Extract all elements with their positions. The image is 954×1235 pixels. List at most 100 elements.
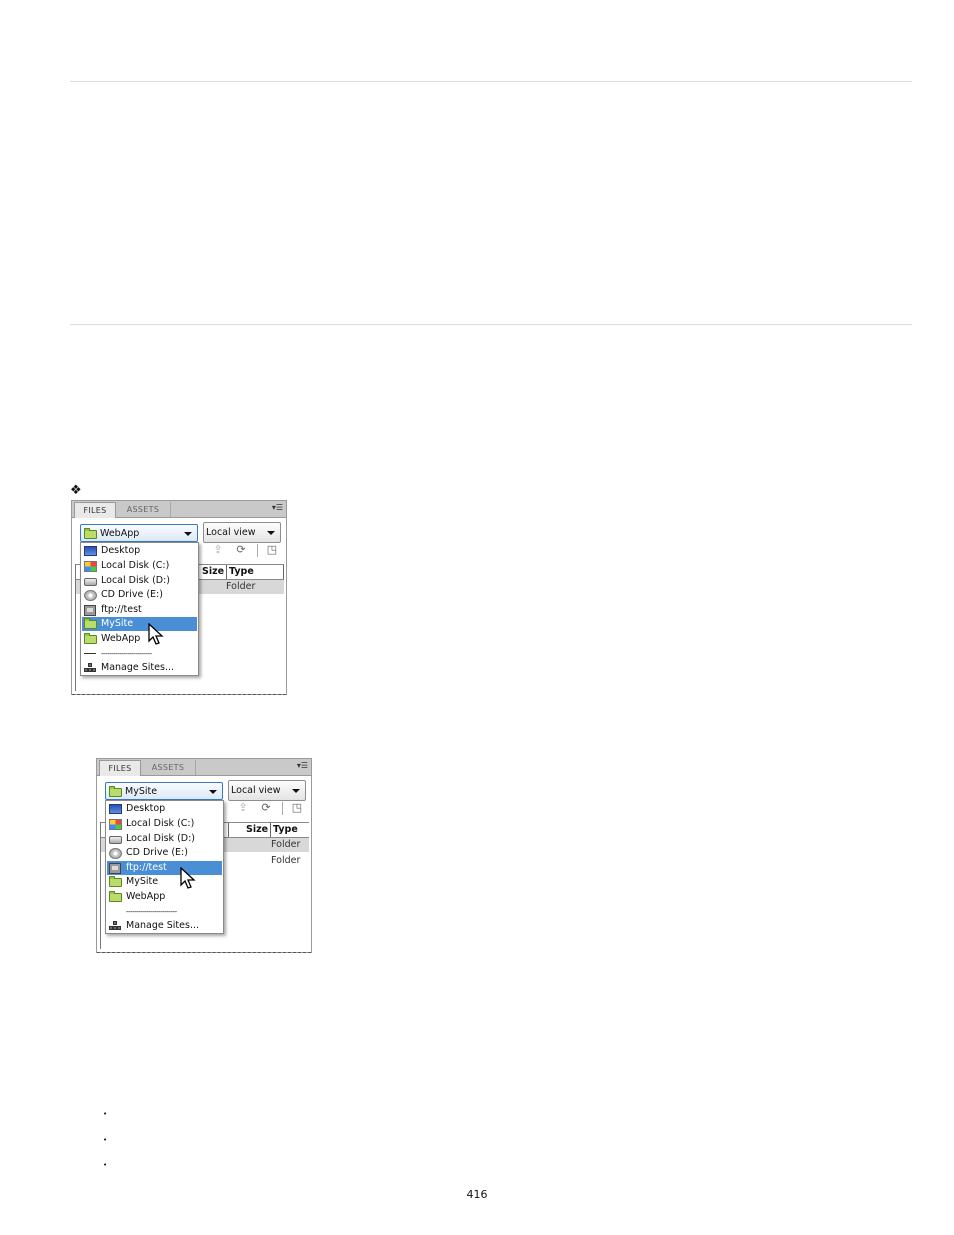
list-item[interactable]: Local Disk (C:) (107, 817, 222, 831)
tab-files[interactable]: FILES (74, 502, 116, 518)
view-select[interactable]: Local view (203, 522, 281, 543)
site-folder-icon (109, 876, 122, 887)
list-item-label: ftp://test (101, 604, 142, 615)
chevron-down-icon (267, 531, 275, 535)
ftp-server-icon (84, 605, 96, 616)
chevron-down-icon (209, 790, 217, 794)
list-item-label: CD Drive (E:) (126, 847, 188, 858)
list-item[interactable]: Local Disk (D:) (107, 832, 222, 846)
list-item[interactable]: WebApp (107, 890, 222, 904)
list-item-label: Local Disk (C:) (101, 560, 170, 571)
list-item-label: MySite (126, 876, 159, 887)
site-folder-icon (84, 618, 97, 629)
list-item-label: Desktop (126, 803, 166, 814)
panel-options-icon[interactable]: ▾☰ (272, 503, 283, 512)
list-item-label: WebApp (126, 891, 166, 902)
bullet-icon: • (103, 1110, 108, 1118)
site-folder-icon (109, 786, 122, 797)
view-select-value: Local view (231, 785, 281, 796)
files-panel-mysite: FILES ASSETS ▾☰ MySite Local view ⇪ ⟳ ◳ … (96, 758, 312, 953)
ftp-server-icon (109, 863, 121, 874)
col-size-header[interactable]: Size (202, 566, 224, 577)
step-marker-icon: ❖ (70, 483, 82, 498)
dropdown-separator: ------------------------- (107, 905, 222, 919)
expand-icon[interactable]: ◳ (290, 801, 304, 815)
site-select-value: MySite (125, 786, 158, 797)
tab-assets[interactable]: ASSETS (116, 502, 171, 517)
local-disk-icon (84, 561, 97, 572)
middle-divider (70, 324, 912, 325)
column-separator (283, 565, 284, 579)
toolbar-separator (282, 802, 283, 815)
list-item-label: Desktop (101, 545, 141, 556)
list-item[interactable]: ftp://test (82, 603, 197, 617)
column-separator (226, 565, 227, 579)
col-size-header[interactable]: Size (246, 824, 268, 835)
panel-options-icon[interactable]: ▾☰ (297, 761, 308, 770)
col-type-header[interactable]: Type (273, 824, 298, 835)
site-folder-icon (84, 528, 97, 539)
list-item[interactable]: Desktop (107, 802, 222, 816)
manage-sites-icon (84, 663, 97, 673)
list-item[interactable]: CD Drive (E:) (107, 846, 222, 860)
list-item-highlighted[interactable]: ftp://test (107, 861, 222, 875)
site-folder-icon (84, 633, 97, 644)
site-select-value: WebApp (100, 528, 140, 539)
row-type: Folder (226, 581, 256, 592)
list-item-label: Manage Sites... (101, 662, 175, 673)
list-item-label: Local Disk (D:) (101, 575, 170, 586)
view-select-value: Local view (206, 527, 256, 538)
put-icon[interactable]: ⇪ (211, 543, 225, 557)
list-item-label: Local Disk (D:) (126, 833, 195, 844)
refresh-icon[interactable]: ⟳ (259, 801, 273, 815)
panel-tab-bar: FILES ASSETS ▾☰ (97, 759, 311, 776)
separator-text: ------------------------- (126, 908, 177, 916)
desktop-icon (109, 804, 122, 814)
list-item-label: Manage Sites... (126, 920, 200, 931)
top-divider (70, 81, 912, 82)
list-item[interactable]: Local Disk (D:) (82, 574, 197, 588)
manage-sites-item[interactable]: Manage Sites... (107, 919, 222, 933)
manage-sites-icon (109, 921, 122, 931)
column-separator (270, 823, 271, 837)
list-item[interactable]: Desktop (82, 544, 197, 558)
manage-sites-item[interactable]: Manage Sites... (82, 661, 197, 675)
bullet-icon: • (103, 1136, 108, 1144)
panel-tab-bar: FILES ASSETS ▾☰ (72, 501, 286, 518)
list-item-highlighted[interactable]: MySite (82, 617, 197, 631)
separator-text: ------------------------- (101, 650, 152, 658)
files-panel-webapp: FILES ASSETS ▾☰ WebApp Local view ⇪ ⟳ ◳ … (71, 500, 287, 695)
tab-assets[interactable]: ASSETS (141, 760, 196, 775)
list-item[interactable]: CD Drive (E:) (82, 588, 197, 602)
cd-drive-icon (109, 848, 122, 859)
put-icon[interactable]: ⇪ (236, 801, 250, 815)
desktop-icon (84, 546, 97, 556)
chevron-down-icon (292, 789, 300, 793)
local-disk-icon (109, 819, 122, 830)
site-folder-icon (109, 891, 122, 902)
row-type: Folder (271, 839, 301, 850)
list-item-label: MySite (101, 618, 134, 629)
panel-bottom-edge (97, 952, 311, 953)
view-select[interactable]: Local view (228, 780, 306, 801)
local-disk-icon (84, 578, 97, 586)
site-select[interactable]: MySite (105, 782, 223, 800)
dropdown-separator: ------------------------- (82, 647, 197, 661)
column-separator (228, 823, 229, 837)
list-item-label: Local Disk (C:) (126, 818, 195, 829)
expand-icon[interactable]: ◳ (265, 543, 279, 557)
tab-files[interactable]: FILES (99, 760, 141, 776)
bullet-icon: • (103, 1161, 108, 1169)
site-select[interactable]: WebApp (80, 524, 198, 542)
separator-line (84, 653, 96, 654)
chevron-down-icon (184, 532, 192, 536)
col-type-header[interactable]: Type (229, 566, 254, 577)
panel-bottom-edge (72, 694, 286, 695)
refresh-icon[interactable]: ⟳ (234, 543, 248, 557)
list-item[interactable]: WebApp (82, 632, 197, 646)
page-number: 416 (466, 1188, 488, 1201)
row-type: Folder (271, 855, 301, 866)
list-item[interactable]: Local Disk (C:) (82, 559, 197, 573)
list-item-label: ftp://test (126, 862, 167, 873)
list-item[interactable]: MySite (107, 875, 222, 889)
